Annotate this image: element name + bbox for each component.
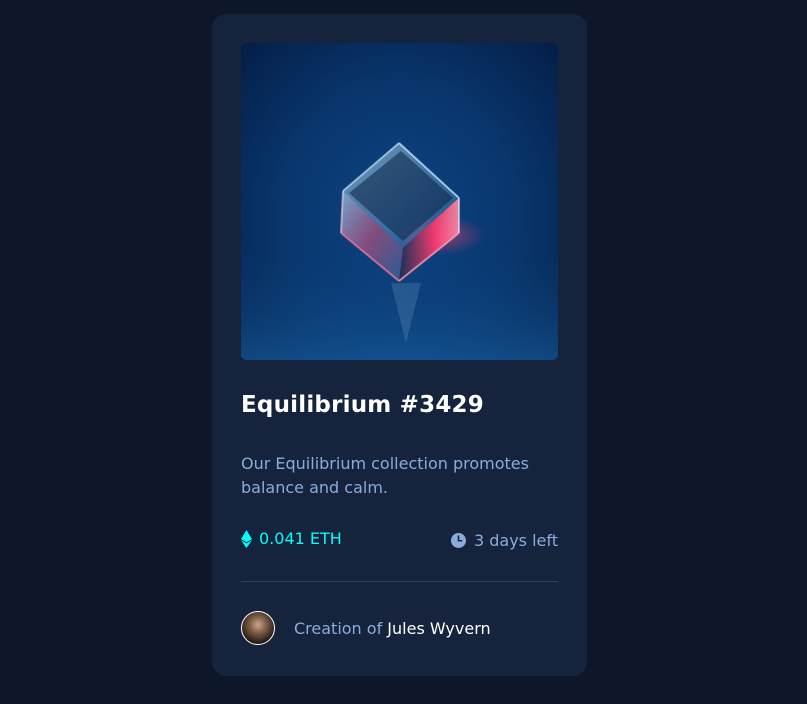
time-left-text: 3 days left — [473, 531, 558, 550]
cube-illustration — [241, 142, 558, 360]
creator-prefix: Creation of — [294, 618, 383, 638]
price-row: 0.041 ETH — [241, 529, 342, 548]
price-value: 0.041 ETH — [259, 529, 342, 548]
creator-name-link[interactable]: Jules Wyvern — [387, 619, 490, 638]
time-left-row: 3 days left — [450, 531, 558, 550]
creator-text: Creation of Jules Wyvern — [294, 619, 491, 638]
clock-icon — [450, 533, 466, 548]
avatar — [241, 611, 275, 645]
ethereum-icon — [241, 529, 252, 548]
equilibrium-cube-image[interactable] — [241, 43, 558, 360]
nft-title[interactable]: Equilibrium #3429 — [241, 392, 484, 418]
divider — [241, 581, 558, 582]
nft-description: Our Equilibrium collection promotes bala… — [241, 454, 529, 497]
nft-card: Equilibrium #3429 Our Equilibrium collec… — [212, 14, 587, 676]
creator-row: Creation of Jules Wyvern — [241, 611, 491, 645]
